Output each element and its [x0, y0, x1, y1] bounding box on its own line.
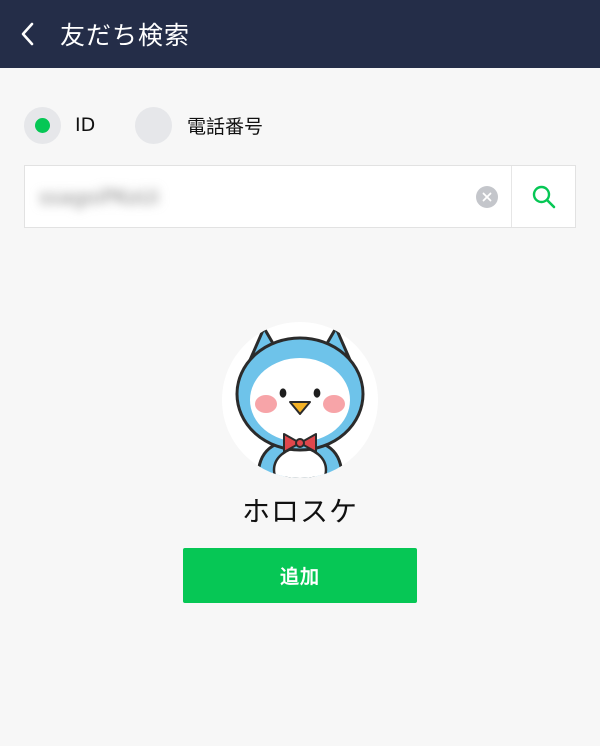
radio-label-phone: 電話番号 — [187, 115, 264, 138]
radio-button-phone[interactable] — [135, 106, 172, 144]
chevron-left-icon — [21, 22, 34, 46]
profile-name: ホロスケ — [241, 495, 358, 528]
search-bar — [24, 165, 576, 228]
search-button[interactable] — [512, 166, 575, 227]
app-header: 友だち検索 — [0, 0, 600, 68]
clear-button[interactable] — [476, 185, 498, 208]
radio-button-id[interactable] — [24, 106, 61, 144]
back-button[interactable] — [0, 0, 56, 68]
owl-mascot-icon — [222, 322, 378, 478]
search-result: ホロスケ 追加 — [0, 322, 600, 603]
search-icon — [532, 185, 555, 208]
avatar — [222, 322, 378, 478]
search-input[interactable] — [25, 166, 476, 227]
page-title: 友だち検索 — [60, 21, 191, 50]
search-type-selector: ID 電話番号 — [24, 105, 263, 145]
radio-label-id: ID — [75, 114, 96, 136]
radio-option-phone[interactable]: 電話番号 — [135, 106, 264, 144]
radio-option-id[interactable]: ID — [24, 106, 135, 144]
radio-selected-dot — [35, 117, 50, 133]
add-friend-button[interactable]: 追加 — [183, 548, 417, 603]
clear-icon — [482, 192, 492, 201]
